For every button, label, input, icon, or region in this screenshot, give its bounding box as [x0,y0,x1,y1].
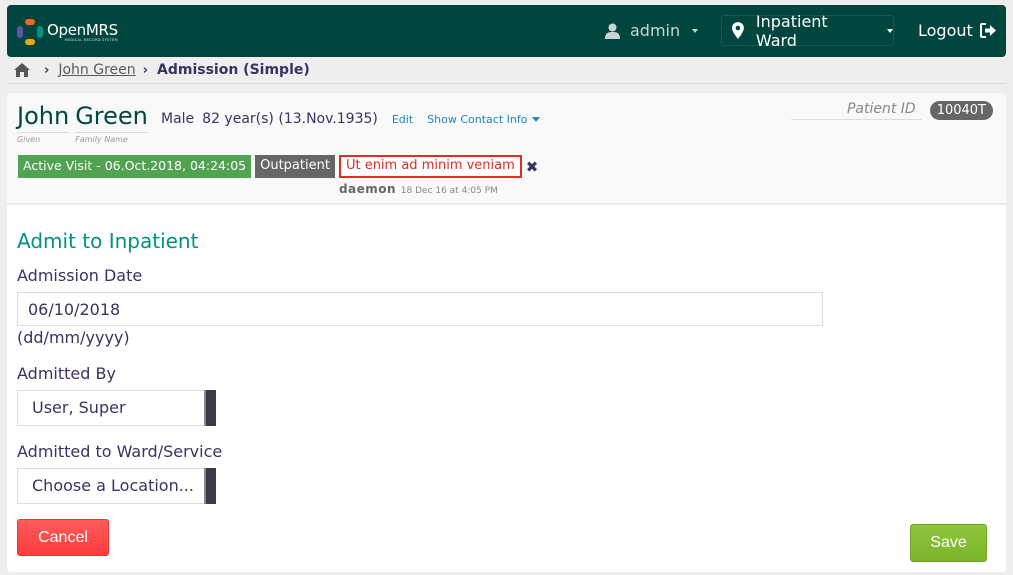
given-label: Given [17,135,41,144]
family-label: Family Name [75,135,128,144]
select-handle[interactable] [204,390,216,426]
patient-name: John Given Green Family Name [17,101,148,144]
patient-age: 82 year(s) (13.Nov.1935) [202,111,378,127]
admitted-by-select[interactable]: User, Super [17,390,216,426]
chevron-down-icon [887,28,893,33]
flag-meta: daemon 18 Dec 16 at 4:05 PM [339,182,538,196]
flag-badge: Ut enim ad minim veniam [338,155,522,178]
logout-button[interactable]: Logout [918,21,997,40]
patient-flag: Ut enim ad minim veniam ✖ daemon 18 Dec … [338,155,539,196]
main-panel: John Given Green Family Name Male 82 yea… [7,93,1006,572]
map-marker-icon [732,22,744,39]
admitted-by-label: Admitted By [17,364,116,383]
admission-date-input[interactable]: 06/10/2018 [17,292,823,326]
flag-user: daemon [338,182,397,196]
ward-select[interactable]: Choose a Location... [17,468,216,504]
chevron-right-icon: › [44,62,50,78]
patient-id: Patient ID 10040T [790,101,993,120]
patient-id-label: Patient ID [790,101,922,120]
admission-date-label: Admission Date [17,266,143,285]
given-name: John [17,101,70,133]
patient-demographics: Male 82 year(s) (13.Nov.1935) Edit Show … [161,111,541,127]
active-visit-badge[interactable]: Active Visit - 06.Oct.2018, 04:24:05 [18,155,252,178]
chevron-down-icon [692,28,699,33]
user-icon [605,23,620,39]
top-header: OpenMRS MEDICAL RECORD SYSTEM admin Inpa… [7,5,1006,57]
sign-out-icon [979,23,996,38]
chevron-right-icon: › [142,62,149,78]
save-button[interactable]: Save [910,524,987,562]
user-menu[interactable]: admin [605,21,699,40]
ward-value: Choose a Location... [32,476,194,495]
close-icon[interactable]: ✖ [526,158,539,176]
openmrs-logo[interactable]: OpenMRS MEDICAL RECORD SYSTEM [17,17,118,47]
logo-icon [17,19,43,45]
family-name: Green [75,101,148,133]
breadcrumb: › John Green › Admission (Simple) [14,60,310,80]
select-handle[interactable] [204,468,216,504]
user-label: admin [630,21,681,40]
flag-time: 18 Dec 16 at 4:05 PM [400,186,498,196]
breadcrumb-patient-link[interactable]: John Green [58,62,135,78]
location-menu[interactable]: Inpatient Ward [721,12,894,50]
show-contact-info-label: Show Contact Info [427,112,528,126]
location-label: Inpatient Ward [755,11,828,50]
logo-subtitle: MEDICAL RECORD SYSTEM [64,37,118,42]
admitted-by-value: User, Super [32,398,126,417]
logo-name: OpenMRS [47,20,118,39]
patient-id-badge: 10040T [929,101,993,120]
date-format-hint: (dd/mm/yyyy) [17,328,130,347]
home-icon[interactable] [14,63,30,77]
form-title: Admit to Inpatient [17,229,199,253]
caret-down-icon [532,117,541,122]
logout-label: Logout [918,21,973,40]
edit-link[interactable]: Edit [392,113,413,126]
visit-tags: Active Visit - 06.Oct.2018, 04:24:05 Out… [18,155,538,196]
divider [7,83,1006,84]
visit-type-badge: Outpatient [255,155,335,178]
ward-label: Admitted to Ward/Service [17,442,223,461]
patient-header: John Given Green Family Name Male 82 yea… [7,93,1006,205]
patient-gender: Male [161,111,195,127]
breadcrumb-current: Admission (Simple) [157,62,310,78]
show-contact-info-link[interactable]: Show Contact Info [427,112,541,126]
cancel-button[interactable]: Cancel [17,519,109,556]
